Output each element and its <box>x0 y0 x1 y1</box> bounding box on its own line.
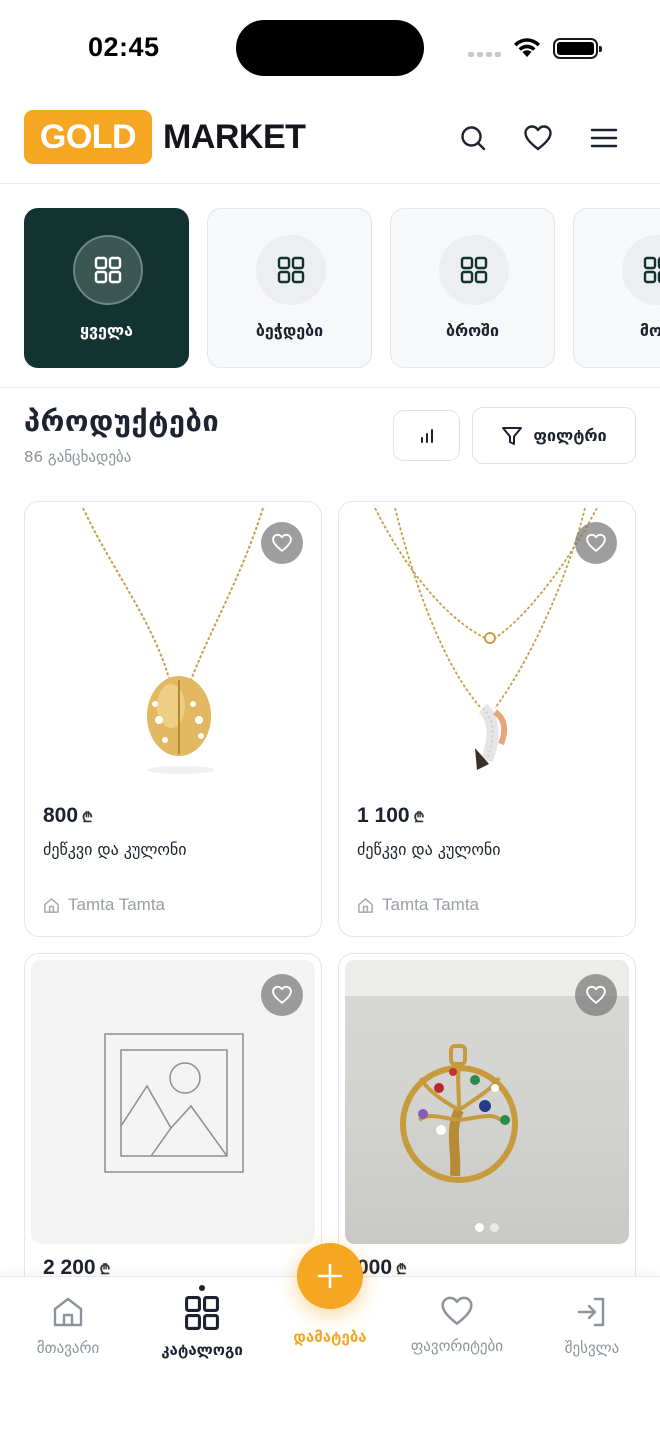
bar-chart-icon <box>420 428 433 443</box>
products-title: პროდუქტები <box>24 404 220 438</box>
category-rings[interactable]: ბეჭდები <box>207 208 372 368</box>
plus-icon <box>317 1263 343 1289</box>
favorite-toggle[interactable] <box>261 974 303 1016</box>
nav-login-label: შესვლა <box>564 1339 620 1357</box>
product-card[interactable]: 1 100 ₾ ძეწკვი და კულონი Tamta Tamta <box>338 501 636 937</box>
product-seller: Tamta Tamta <box>357 895 479 915</box>
status-bar: 02:45 <box>0 0 660 96</box>
favorite-toggle[interactable] <box>575 522 617 564</box>
search-button[interactable] <box>457 122 489 154</box>
login-icon <box>577 1297 605 1327</box>
category-scroller[interactable]: ყველა ბეჭდები ბროში მონ <box>24 208 660 370</box>
nav-login[interactable]: შესვლა <box>526 1295 658 1357</box>
grid-icon <box>94 256 122 284</box>
product-price: 800 ₾ <box>43 804 93 827</box>
search-icon <box>461 126 486 151</box>
wifi-icon <box>514 38 540 57</box>
filter-button[interactable]: ფილტრი <box>472 407 636 464</box>
logo-gold-text: GOLD <box>39 117 137 156</box>
favorite-toggle[interactable] <box>261 522 303 564</box>
category-brooch[interactable]: ბროში <box>390 208 555 368</box>
product-name: ძეწკვი და კულონი <box>43 840 187 859</box>
home-icon <box>53 1297 83 1327</box>
divider <box>0 387 660 388</box>
dynamic-island <box>236 20 424 76</box>
nav-catalog-label: კატალოგი <box>161 1341 243 1359</box>
nav-favorites-label: ფავორიტები <box>410 1337 504 1355</box>
heart-icon <box>586 985 606 1004</box>
hamburger-menu-icon <box>590 128 618 148</box>
category-all[interactable]: ყველა <box>24 208 189 368</box>
product-price: 1 100 ₾ <box>357 804 425 827</box>
nav-home-label: მთავარი <box>36 1339 100 1357</box>
filter-icon <box>502 426 523 445</box>
product-name: ძეწკვი და კულონი <box>357 840 501 859</box>
category-label: ბროში <box>445 321 500 340</box>
category-label: ყველა <box>80 321 133 340</box>
category-label: მონ <box>639 321 660 340</box>
heart-icon <box>272 533 292 552</box>
nav-add-label: დამატება <box>293 1328 367 1346</box>
nav-favorites[interactable]: ფავორიტები <box>391 1295 523 1355</box>
status-time: 02:45 <box>88 32 160 62</box>
store-icon <box>358 897 373 913</box>
add-listing-button[interactable] <box>297 1243 363 1309</box>
favorites-button[interactable] <box>522 122 554 154</box>
product-seller: Tamta Tamta <box>43 895 165 915</box>
grid-icon <box>460 256 488 284</box>
logo[interactable]: GOLD <box>24 110 152 164</box>
category-label: ბეჭდები <box>255 321 324 340</box>
category-partial[interactable]: მონ <box>573 208 660 368</box>
grid-icon <box>277 256 305 284</box>
nav-home[interactable]: მთავარი <box>2 1295 134 1357</box>
heart-icon <box>441 1296 473 1325</box>
cellular-signal-icon <box>468 52 501 57</box>
nav-catalog[interactable]: კატალოგი <box>136 1285 268 1359</box>
products-count: 86 განცხადება <box>24 448 132 466</box>
grid-icon <box>185 1296 219 1330</box>
store-icon <box>44 897 59 913</box>
grid-icon <box>643 256 660 284</box>
product-card[interactable]: 800 ₾ ძეწკვი და კულონი Tamta Tamta <box>24 501 322 937</box>
app-header: GOLD MARKET <box>0 96 660 184</box>
logo-market-text: MARKET <box>163 118 306 156</box>
sort-button[interactable] <box>393 410 460 461</box>
active-indicator <box>199 1285 205 1291</box>
heart-icon <box>272 985 292 1004</box>
favorite-toggle[interactable] <box>575 974 617 1016</box>
heart-icon <box>586 533 606 552</box>
heart-icon <box>524 125 552 151</box>
menu-button[interactable] <box>588 122 620 154</box>
battery-icon <box>553 38 602 59</box>
image-pagination-dots[interactable] <box>345 1223 629 1232</box>
filter-label: ფილტრი <box>533 426 607 445</box>
